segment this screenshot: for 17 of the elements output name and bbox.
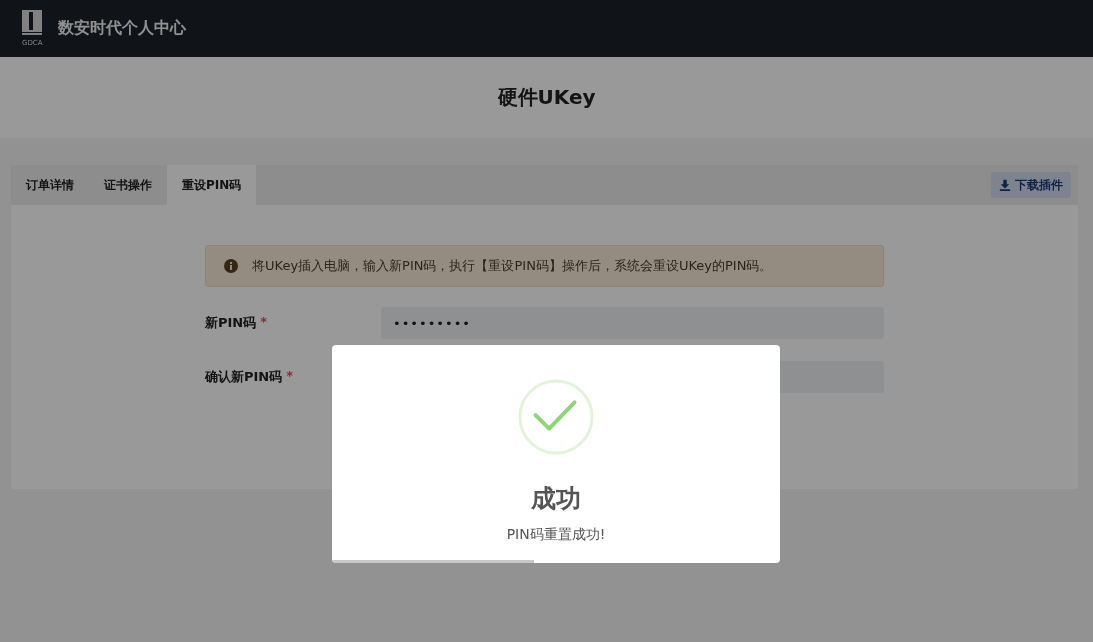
required-mark: * [286, 368, 294, 385]
info-icon [224, 259, 238, 273]
field-label: 确认新PIN码 [205, 368, 283, 386]
tab[interactable]: 订单详情 [11, 165, 89, 205]
dialog-title: 成功 [531, 483, 581, 515]
download-button[interactable]: 下载插件 [991, 172, 1071, 198]
alert-text: 将UKey插入电脑，输入新PIN码，执行【重设PIN码】操作后，系统会重设UKey的PIN码。 [252, 257, 773, 275]
checkmark-icon [517, 378, 595, 456]
page-title: 硬件UKey [497, 84, 596, 111]
required-mark: * [260, 314, 268, 331]
download-icon [999, 179, 1011, 191]
tab[interactable]: 重设PIN码 [167, 165, 257, 205]
dialog-message: PIN码重置成功! [506, 526, 606, 544]
pin-field[interactable]: ••••••••• [381, 307, 884, 339]
tab[interactable]: 证书操作 [89, 165, 167, 205]
app-title: 数安时代个人中心 [58, 18, 186, 39]
field-label: 新PIN码 [205, 314, 257, 332]
